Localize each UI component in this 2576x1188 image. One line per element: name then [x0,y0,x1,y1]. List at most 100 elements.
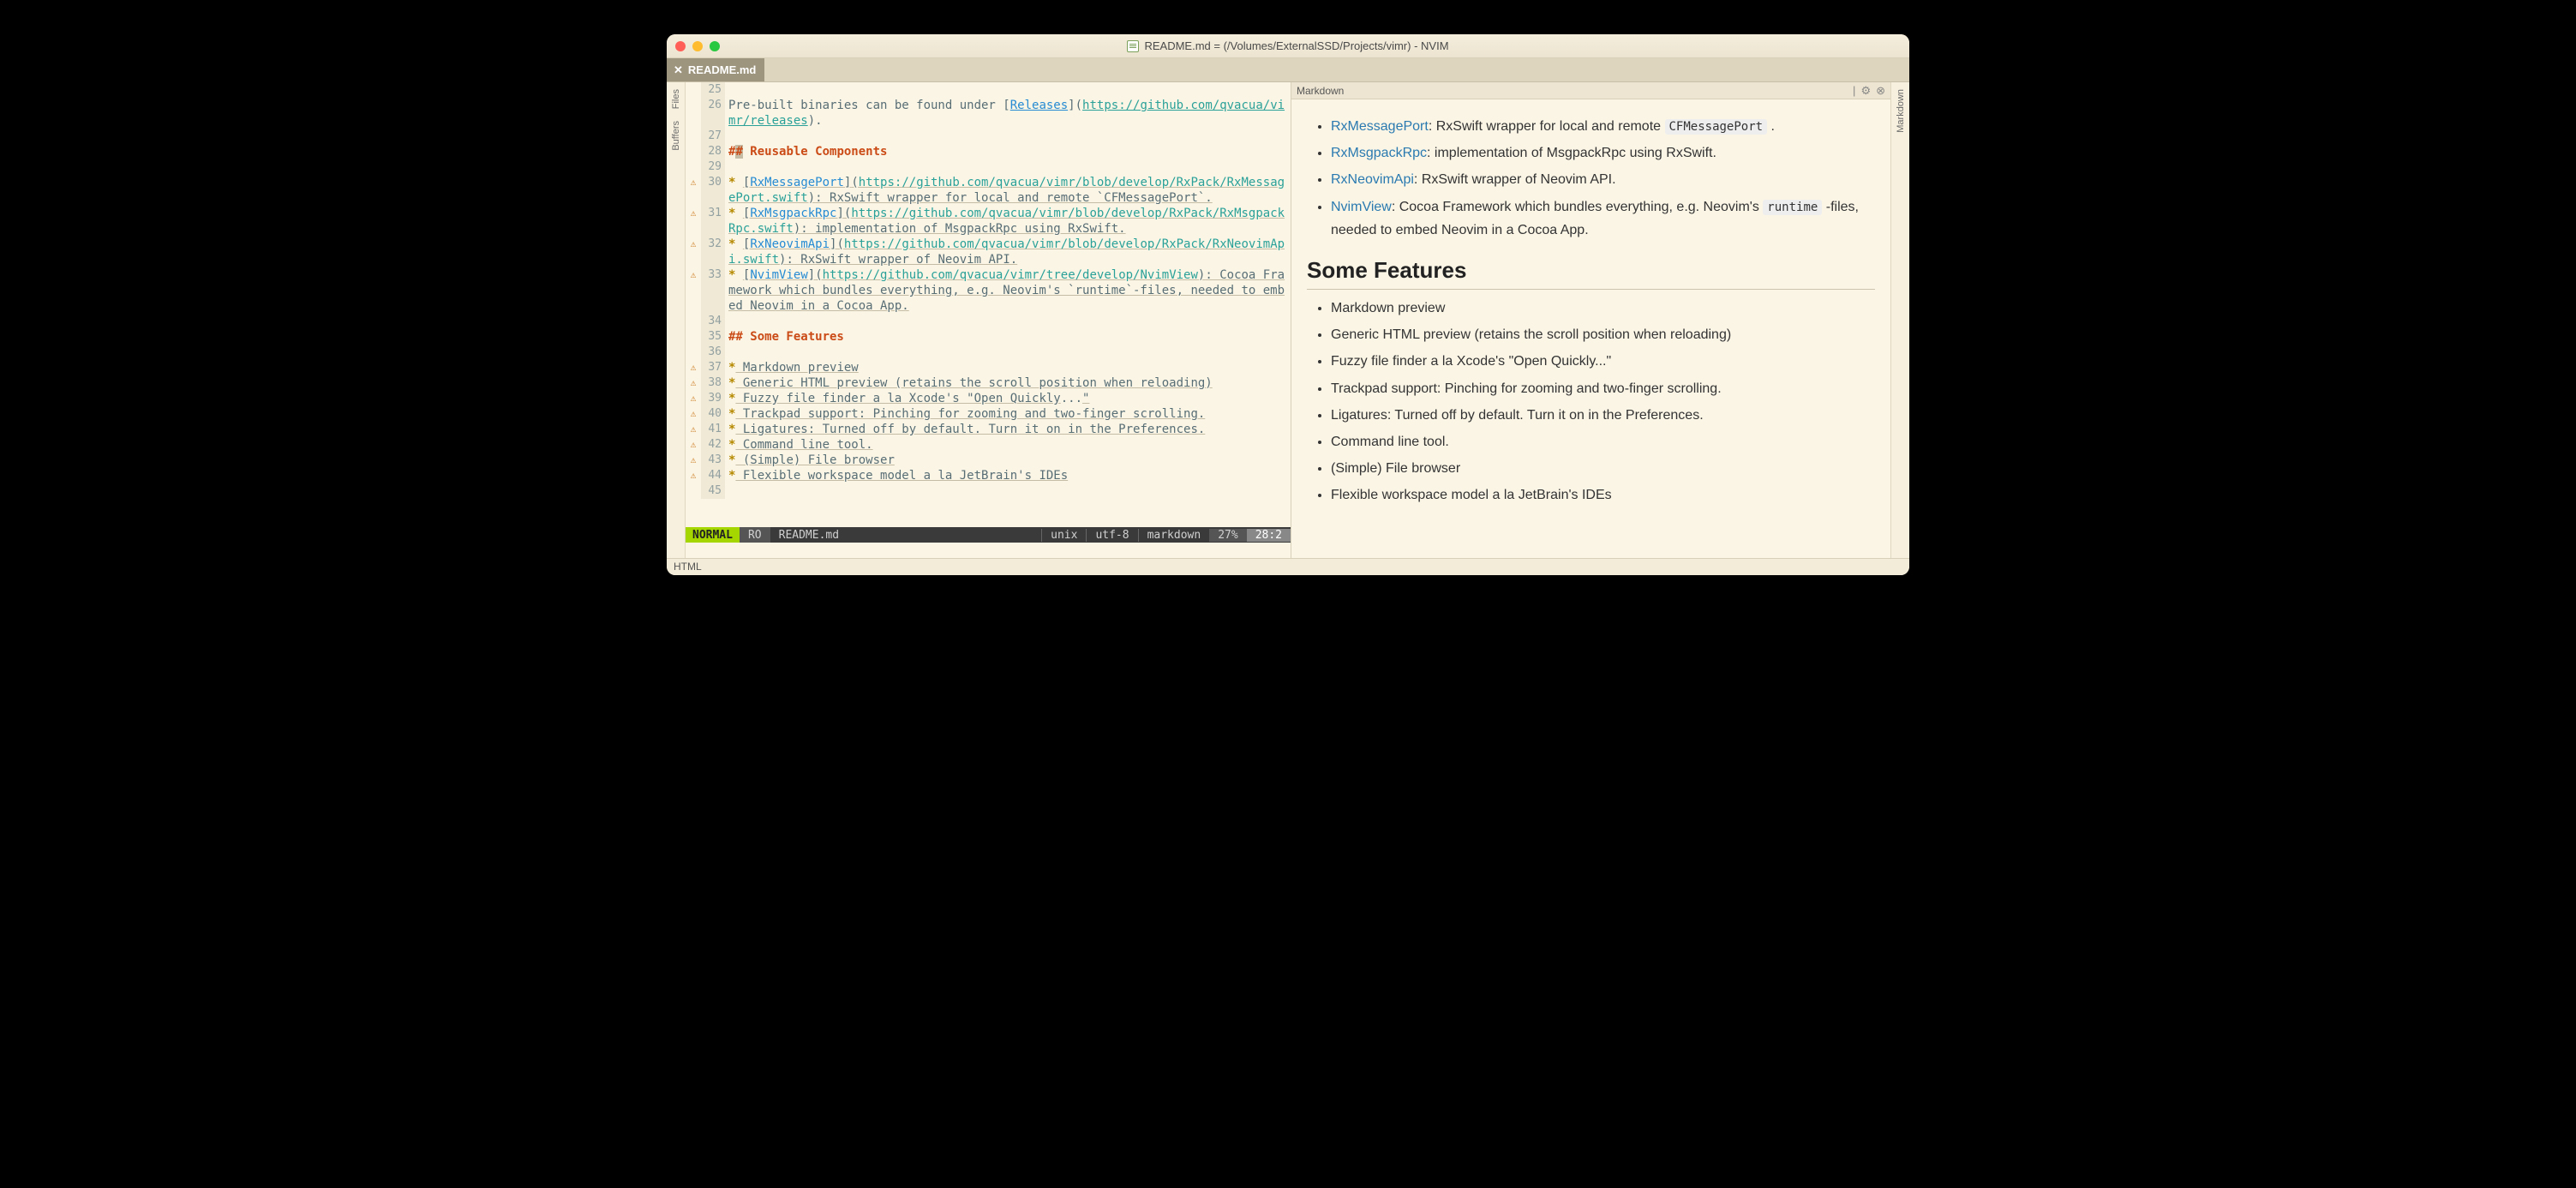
traffic-lights [675,41,720,51]
line-content[interactable] [725,314,1291,329]
warning-icon: ⚠ [691,470,697,481]
editor-line[interactable]: 27 [686,129,1291,144]
line-number: 40 [701,406,725,422]
document-icon [1127,40,1139,52]
rail-buffers[interactable]: Buffers [671,116,681,156]
editor-pane[interactable]: 2526Pre-built binaries can be found unde… [686,82,1291,558]
line-number: 44 [701,468,725,483]
status-encoding: utf-8 [1086,529,1137,542]
status-position: 28:2 [1247,529,1291,542]
line-content[interactable]: * Command line tool. [725,437,1291,453]
titlebar: README.md = (/Volumes/ExternalSSD/Projec… [667,34,1909,58]
list-item: Generic HTML preview (retains the scroll… [1331,323,1875,346]
preview-body[interactable]: RxMessagePort: RxSwift wrapper for local… [1291,99,1890,558]
tab-label: README.md [688,63,756,76]
editor-line[interactable]: ⚠39* Fuzzy file finder a la Xcode's "Ope… [686,391,1291,406]
line-content[interactable]: * [NvimView](https://github.com/qvacua/v… [725,267,1291,314]
zoom-button[interactable] [710,41,720,51]
editor-line[interactable]: ⚠ 37* Markdown preview [686,360,1291,375]
editor-line[interactable]: 35## Some Features [686,329,1291,345]
rail-markdown[interactable]: Markdown [1896,86,1906,136]
rail-html[interactable]: HTML [674,561,702,573]
editor-line[interactable]: 36 [686,345,1291,360]
sign-column [686,129,701,144]
line-content[interactable]: * [RxNeovimApi](https://github.com/qvacu… [725,237,1291,267]
editor-line[interactable]: ⚠32* [RxNeovimApi](https://github.com/qv… [686,237,1291,267]
line-number: 37 [701,360,725,375]
line-number: 32 [701,237,725,267]
editor-line[interactable]: ⚠40* Trackpad support: Pinching for zoom… [686,406,1291,422]
component-link[interactable]: NvimView [1331,200,1392,214]
line-content[interactable]: * [RxMessagePort](https://github.com/qva… [725,175,1291,206]
line-content[interactable] [725,82,1291,98]
sign-column: ⚠ [686,175,701,206]
editor-line[interactable]: 29 [686,159,1291,175]
line-number: 43 [701,453,725,468]
status-percent: 27% [1209,529,1246,542]
line-content[interactable]: * [RxMsgpackRpc](https://github.com/qvac… [725,206,1291,237]
sign-column: ⚠ [686,206,701,237]
close-icon[interactable]: ✕ [674,63,683,77]
line-number: 30 [701,175,725,206]
line-content[interactable]: * (Simple) File browser [725,453,1291,468]
component-link[interactable]: RxNeovimApi [1331,172,1414,187]
sign-column: ⚠ [686,453,701,468]
preview-title: Markdown [1297,85,1344,97]
editor-line[interactable]: 26Pre-built binaries can be found under … [686,98,1291,129]
features-list: Markdown previewGeneric HTML preview (re… [1307,297,1875,507]
list-item: RxMsgpackRpc: implementation of MsgpackR… [1331,141,1875,165]
line-content[interactable]: * Fuzzy file finder a la Xcode's "Open Q… [725,391,1291,406]
editor-line[interactable]: ⚠31* [RxMsgpackRpc](https://github.com/q… [686,206,1291,237]
line-number: 27 [701,129,725,144]
editor-line[interactable]: ⚠ 43* (Simple) File browser [686,453,1291,468]
line-content[interactable]: * Trackpad support: Pinching for zooming… [725,406,1291,422]
warning-icon: ⚠ [691,362,697,373]
line-content[interactable] [725,483,1291,499]
editor-line[interactable]: ⚠41* Ligatures: Turned off by default. T… [686,422,1291,437]
component-link[interactable]: RxMessagePort [1331,119,1429,134]
line-content[interactable]: ## Reusable Components [725,144,1291,159]
sign-column [686,314,701,329]
right-tool-rail: Markdown [1890,82,1909,558]
line-number: 39 [701,391,725,406]
line-number: 41 [701,422,725,437]
component-link[interactable]: RxMsgpackRpc [1331,146,1427,160]
rail-files[interactable]: Files [671,84,681,114]
editor-line[interactable]: ⚠ 44* Flexible workspace model a la JetBr… [686,468,1291,483]
status-format: unix [1041,529,1086,542]
tabbar: ✕ README.md [667,58,1909,82]
editor-line[interactable]: ⚠42* Command line tool. [686,437,1291,453]
line-content[interactable]: * Generic HTML preview (retains the scro… [725,375,1291,391]
editor-line[interactable]: ⚠33* [NvimView](https://github.com/qvacu… [686,267,1291,314]
line-content[interactable]: * Ligatures: Turned off by default. Turn… [725,422,1291,437]
tab-readme[interactable]: ✕ README.md [667,58,764,81]
statusline: NORMAL RO README.md unix utf-8 markdown … [686,527,1291,543]
editor-line[interactable]: ⚠38* Generic HTML preview (retains the s… [686,375,1291,391]
editor-line[interactable]: ⚠30* [RxMessagePort](https://github.com/… [686,175,1291,206]
gear-icon[interactable]: ⚙ [1860,84,1871,98]
line-content[interactable] [725,129,1291,144]
line-content[interactable]: * Flexible workspace model a la JetBrain… [725,468,1291,483]
editor-line[interactable]: 34 [686,314,1291,329]
mode-indicator: NORMAL [686,527,740,543]
command-line[interactable] [686,543,1291,558]
line-content[interactable]: Pre-built binaries can be found under [R… [725,98,1291,129]
warning-icon: ⚠ [691,454,697,465]
line-number: 35 [701,329,725,345]
status-filename: README.md [770,529,848,542]
line-content[interactable]: * Markdown preview [725,360,1291,375]
sign-column: ⚠ [686,360,701,375]
line-content[interactable] [725,345,1291,360]
line-content[interactable]: ## Some Features [725,329,1291,345]
list-item: Flexible workspace model a la JetBrain's… [1331,483,1875,507]
line-number: 38 [701,375,725,391]
list-item: Fuzzy file finder a la Xcode's "Open Qui… [1331,350,1875,373]
editor-line[interactable]: 45 [686,483,1291,499]
editor-line[interactable]: 28## Reusable Components [686,144,1291,159]
editor-line[interactable]: 25 [686,82,1291,98]
close-button[interactable] [675,41,686,51]
minimize-button[interactable] [692,41,703,51]
line-content[interactable] [725,159,1291,175]
list-item: (Simple) File browser [1331,457,1875,480]
close-icon[interactable]: ⊗ [1876,84,1885,98]
